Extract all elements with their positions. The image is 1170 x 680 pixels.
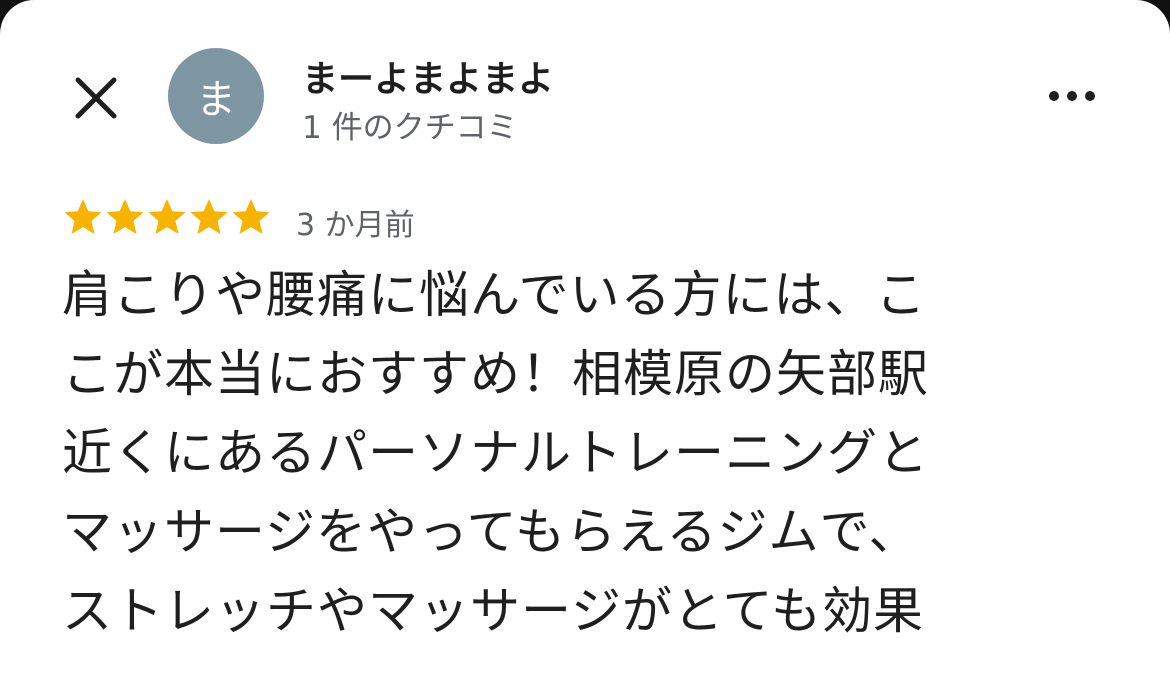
review-sheet: ま まーよまよまよ 1 件のクチコミ 3 か月前 肩こりや腰痛に悩んでいる方には… [0, 0, 1170, 680]
avatar[interactable]: ま [168, 48, 264, 144]
star-icon [106, 199, 144, 234]
more-vert-icon[interactable] [1040, 70, 1104, 122]
review-count: 1 件のクチコミ [302, 110, 518, 146]
review-text-line: 近くにあるパーソナルトレーニングと [62, 424, 929, 482]
avatar-initial: ま [196, 77, 236, 123]
star-icon [232, 199, 270, 234]
review-date: 3 か月前 [296, 208, 415, 243]
review-text-line: マッサージをやってもらえるジムで、 [62, 503, 920, 561]
review-text: 肩こりや腰痛に悩んでいる方には、こ こが本当におすすめ！相模原の矢部駅 近くにあるパ… [62, 256, 1102, 651]
star-icon [190, 199, 228, 234]
user-name[interactable]: まーよまよまよ [302, 50, 554, 102]
review-text-line: 肩こりや腰痛に悩んでいる方には、こ [62, 266, 927, 324]
star-rating [62, 196, 272, 238]
star-icon [148, 199, 186, 234]
review-text-line: こが本当におすすめ！相模原の矢部駅 [62, 345, 929, 403]
star-icon [64, 199, 102, 234]
review-text-line: ストレッチやマッサージがとても効果 [62, 582, 924, 640]
close-icon[interactable] [70, 72, 122, 124]
